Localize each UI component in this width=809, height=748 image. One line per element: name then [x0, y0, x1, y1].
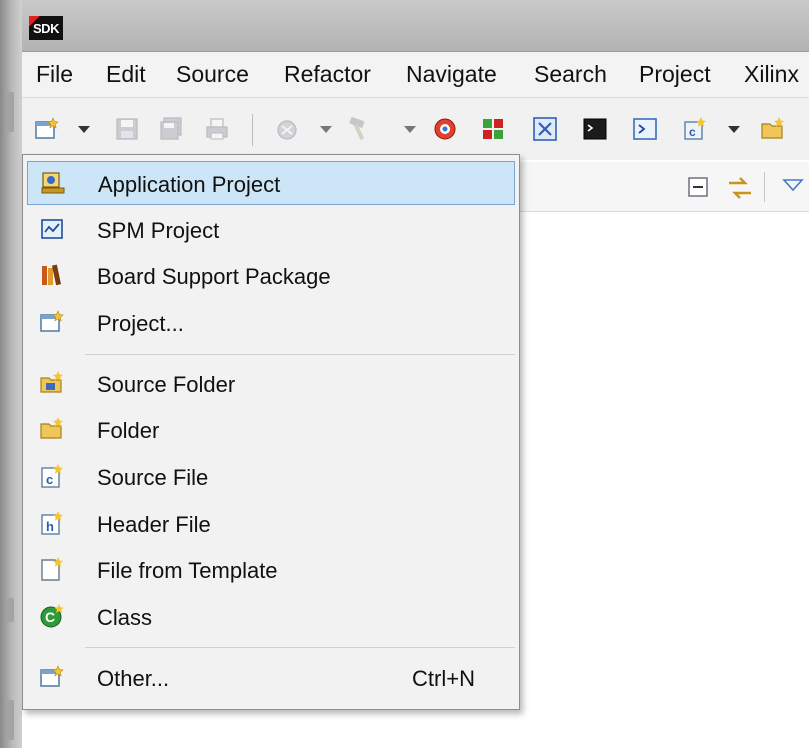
new-wizard-icon[interactable]	[34, 116, 60, 142]
title-bar: SDK	[22, 0, 809, 52]
frame-notch	[6, 598, 14, 622]
menu-item-label: Source Folder	[97, 372, 236, 397]
save-all-icon[interactable]	[158, 116, 184, 142]
refresh-icon[interactable]	[432, 116, 458, 142]
menu-item-file-from-template[interactable]: File from Template	[27, 548, 515, 592]
file-template-icon	[41, 557, 63, 581]
menu-item-class[interactable]: C Class	[27, 595, 515, 639]
new-wizard-dropdown-menu: Application Project SPM Project Board Su…	[22, 154, 520, 710]
program-fpga-icon[interactable]	[480, 116, 506, 142]
svg-text:h: h	[46, 519, 54, 534]
sdk-logo: SDK	[29, 16, 63, 40]
board-support-package-icon	[42, 264, 62, 286]
menu-item-label: Application Project	[98, 172, 281, 197]
menu-item-folder[interactable]: Folder	[27, 408, 515, 452]
project-icon	[40, 310, 64, 332]
menu-item-label: Class	[97, 605, 153, 630]
other-wizard-icon	[40, 665, 64, 687]
menu-item-label: Other...	[97, 666, 170, 691]
new-cpp-dropdown-arrow[interactable]	[728, 126, 740, 133]
menu-item-label: SPM Project	[97, 218, 220, 243]
new-source-folder-icon[interactable]	[760, 116, 786, 142]
menu-item-project[interactable]: Project...	[27, 301, 515, 345]
svg-text:c: c	[689, 125, 696, 139]
menu-item-label: Header File	[97, 512, 211, 537]
svg-text:c: c	[46, 472, 53, 487]
collapse-all-icon[interactable]	[686, 175, 710, 199]
view-header-separator	[764, 172, 765, 202]
menu-source[interactable]: Source	[176, 61, 249, 88]
print-icon[interactable]	[204, 116, 230, 142]
xmd-icon[interactable]	[532, 116, 558, 142]
toolbar-separator	[252, 114, 253, 146]
terminal-icon[interactable]	[582, 116, 608, 142]
frame-notch	[6, 700, 14, 740]
view-header	[516, 162, 809, 212]
link-with-editor-icon[interactable]	[726, 175, 754, 201]
build-hammer-icon[interactable]	[346, 116, 372, 142]
new-cpp-project-icon[interactable]: c	[682, 116, 708, 142]
frame-notch	[6, 92, 14, 132]
main-toolbar: c	[22, 98, 809, 160]
header-file-icon: h	[41, 511, 63, 535]
menu-item-label: Source File	[97, 465, 209, 490]
menu-item-header-file[interactable]: h Header File	[27, 502, 515, 546]
new-wizard-dropdown-arrow[interactable]	[78, 126, 90, 133]
console-icon[interactable]	[632, 116, 658, 142]
folder-icon	[40, 417, 63, 439]
menu-file[interactable]: File	[36, 61, 73, 88]
menu-separator	[85, 354, 515, 355]
menu-xilinx[interactable]: Xilinx	[744, 61, 799, 88]
menu-refactor[interactable]: Refactor	[284, 61, 371, 88]
svg-text:C: C	[45, 609, 55, 625]
menu-item-spm-project[interactable]: SPM Project	[27, 208, 515, 252]
view-menu-icon[interactable]	[782, 175, 804, 197]
menu-item-application-project[interactable]: Application Project	[27, 161, 515, 205]
source-file-icon: c	[41, 464, 63, 488]
menu-item-label: Folder	[97, 418, 160, 443]
spm-project-icon	[41, 219, 63, 239]
menu-item-label: File from Template	[97, 558, 278, 583]
menu-edit[interactable]: Edit	[106, 61, 146, 88]
menu-project[interactable]: Project	[639, 61, 711, 88]
menu-item-source-file[interactable]: c Source File	[27, 455, 515, 499]
save-icon[interactable]	[114, 116, 140, 142]
source-folder-icon	[40, 371, 63, 393]
menu-item-board-support-package[interactable]: Board Support Package	[27, 254, 515, 298]
menu-item-label: Project...	[97, 311, 184, 336]
menu-separator	[85, 647, 515, 648]
menu-item-source-folder[interactable]: Source Folder	[27, 362, 515, 406]
menu-item-label: Board Support Package	[97, 264, 331, 289]
build-dropdown-arrow[interactable]	[404, 126, 416, 133]
menu-bar: File Edit Source Refactor Navigate Searc…	[22, 52, 809, 98]
menu-item-shortcut: Ctrl+N	[412, 666, 475, 691]
window-left-frame	[0, 0, 22, 748]
menu-navigate[interactable]: Navigate	[406, 61, 497, 88]
debug-icon[interactable]	[274, 116, 300, 142]
menu-search[interactable]: Search	[534, 61, 607, 88]
debug-dropdown-arrow[interactable]	[320, 126, 332, 133]
application-project-icon	[41, 172, 65, 194]
menu-item-other[interactable]: Other... Ctrl+N	[27, 656, 515, 700]
class-icon: C	[40, 604, 64, 628]
